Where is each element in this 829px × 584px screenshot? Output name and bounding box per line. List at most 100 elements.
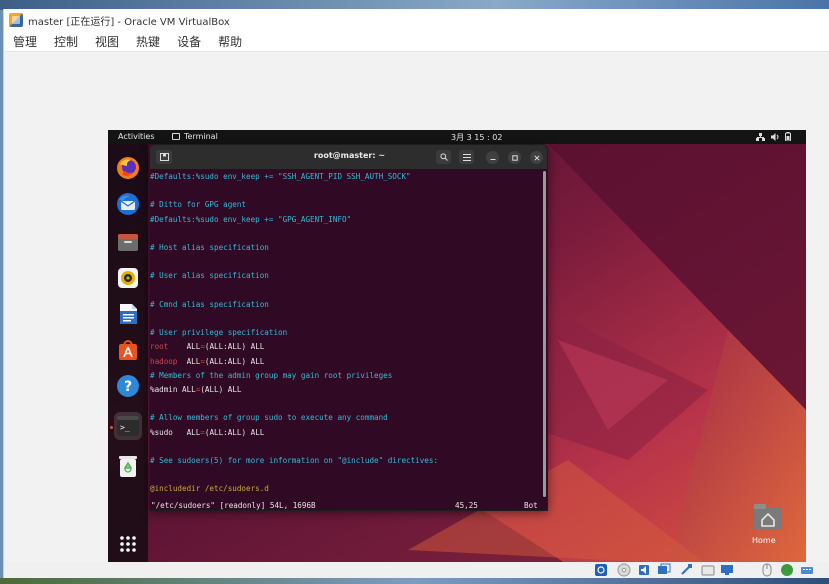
firefox-icon [117,157,139,179]
hard-disk-icon[interactable] [594,563,608,577]
topbar-app-label: Terminal [184,132,218,141]
network-adapter-icon[interactable] [657,563,671,577]
dock-terminal[interactable]: >_ [114,412,142,440]
sudoers-token [177,357,186,366]
vim-line: #Defaults:%sudo env_keep += "SSH_AGENT_P… [150,172,411,181]
optical-drive-icon[interactable] [617,563,631,577]
sudoers-token: ALL:ALL [209,427,242,437]
guest-screen[interactable]: Activities Terminal 3月 3 15 : 02 ? >_ Ho… [108,130,806,565]
vm-status-bar [4,562,829,578]
vim-line: @includedir /etc/sudoers.d [150,484,269,494]
vim-line: # User alias specification [150,271,269,281]
menu-devices[interactable]: 设备 [177,33,201,50]
home-folder-label: Home [752,536,776,545]
dock-help[interactable]: ? [114,372,142,400]
svg-text:?: ? [124,379,132,395]
menu-hotkeys[interactable]: 热键 [136,33,160,50]
terminal-small-icon [172,133,180,140]
gnome-top-bar: Activities Terminal 3月 3 15 : 02 [108,130,806,144]
terminal-icon: >_ [117,416,139,436]
vim-line: root ALL=(ALL:ALL) ALL [150,342,264,352]
show-apps-icon [120,536,136,552]
dock-running-indicator [110,426,113,429]
vim-line: # User privilege specification [150,328,288,338]
rhythmbox-icon [118,268,138,288]
minimize-button[interactable] [486,151,499,164]
help-icon: ? [117,375,139,397]
svg-text:>_: >_ [120,423,130,432]
dock-app-center[interactable] [114,336,142,364]
close-button[interactable] [530,151,543,164]
app-center-icon [119,340,137,360]
volume-icon [770,133,779,141]
sudoers-user: %sudo [150,427,173,437]
window-title: master [正在运行] - Oracle VM VirtualBox [28,16,230,28]
host-taskbar-strip [0,578,829,584]
menu-view[interactable]: 视图 [95,33,119,50]
topbar-app-menu[interactable]: Terminal [172,132,218,141]
vim-status-file: "/etc/sudoers" [readonly] 54L, 1696B [151,501,316,510]
keyboard-capture-icon[interactable] [800,563,814,577]
terminal-window: root@master: ~ #Defaults:%sudo env_keep … [149,144,548,511]
terminal-content[interactable]: #Defaults:%sudo env_keep += "SSH_AGENT_P… [150,169,547,510]
vm-display-area: Activities Terminal 3月 3 15 : 02 ? >_ Ho… [4,52,829,565]
vim-status-position: 45,25 [455,501,478,510]
sudoers-user: hadoop [150,356,178,366]
sudoers-token: ALL [186,427,201,437]
ubuntu-dock: ? >_ [108,144,148,565]
vim-line: %admin ALL=(ALL) ALL [150,385,241,395]
sudoers-user: root [150,342,169,352]
vim-status-line: "/etc/sudoers" [readonly] 54L, 1696B 45,… [150,501,547,510]
display-icon[interactable] [720,563,734,577]
usb-icon[interactable] [679,563,693,577]
window-titlebar[interactable]: master [正在运行] - Oracle VM VirtualBox [4,9,829,31]
vim-line: # See sudoers(5) for more information on… [150,456,439,465]
shared-folders-icon[interactable] [701,563,715,577]
dock-firefox[interactable] [114,154,142,182]
menu-help[interactable]: 帮助 [218,33,242,50]
dock-writer[interactable] [114,300,142,328]
terminal-scrollbar[interactable] [543,171,546,497]
dock-show-apps[interactable] [114,530,142,558]
libreoffice-writer-icon [120,304,137,324]
sudoers-token: ALL:ALL [209,356,242,366]
vim-status-scroll: Bot [524,501,538,510]
dock-thunderbird[interactable] [114,190,142,218]
search-button[interactable] [436,150,451,164]
sudoers-token: ALL [250,427,265,437]
vim-line: # Allow members of group sudo to execute… [150,413,388,423]
vim-line: # Ditto for GPG agent [150,200,247,210]
virtualbox-window: master [正在运行] - Oracle VM VirtualBox 管理 … [3,9,829,578]
sudoers-token: ALL [227,385,242,394]
vim-line: # Host alias specification [150,243,269,252]
terminal-headerbar[interactable]: root@master: ~ [150,145,547,169]
menu-bar: 管理 控制 视图 热键 设备 帮助 [4,31,829,52]
network-icon [756,133,765,141]
sudoers-token: ALL [250,342,265,352]
vim-line: hadoop ALL=(ALL:ALL) ALL [150,357,264,367]
sudoers-token: ALL:ALL [209,342,242,352]
vim-line: %sudo ALL=(ALL:ALL) ALL [150,428,264,438]
activities-button[interactable]: Activities [118,132,155,141]
system-status-menu[interactable] [756,132,792,143]
topbar-clock[interactable]: 3月 3 15 : 02 [451,132,502,143]
menu-manage[interactable]: 管理 [13,33,37,50]
home-folder-icon[interactable] [753,503,783,531]
virtualbox-app-icon [9,13,23,27]
vim-line: # Members of the admin group may gain ro… [150,370,393,380]
menu-control[interactable]: 控制 [54,33,78,50]
dock-rhythmbox[interactable] [114,264,142,292]
host-key-icon[interactable] [780,563,794,577]
dock-files[interactable] [114,228,142,256]
maximize-button[interactable] [508,151,521,164]
sudoers-token: ALL [186,356,201,366]
minimize-icon [490,158,495,160]
vim-line: # Cmnd alias specification [150,299,269,309]
dock-trash[interactable] [114,452,142,480]
battery-icon [785,132,792,142]
mouse-integration-icon[interactable] [760,563,774,577]
maximize-icon [511,154,518,161]
audio-icon[interactable] [637,563,651,577]
sudoers-token: ALL [186,342,201,352]
hamburger-menu-button[interactable] [459,150,474,164]
